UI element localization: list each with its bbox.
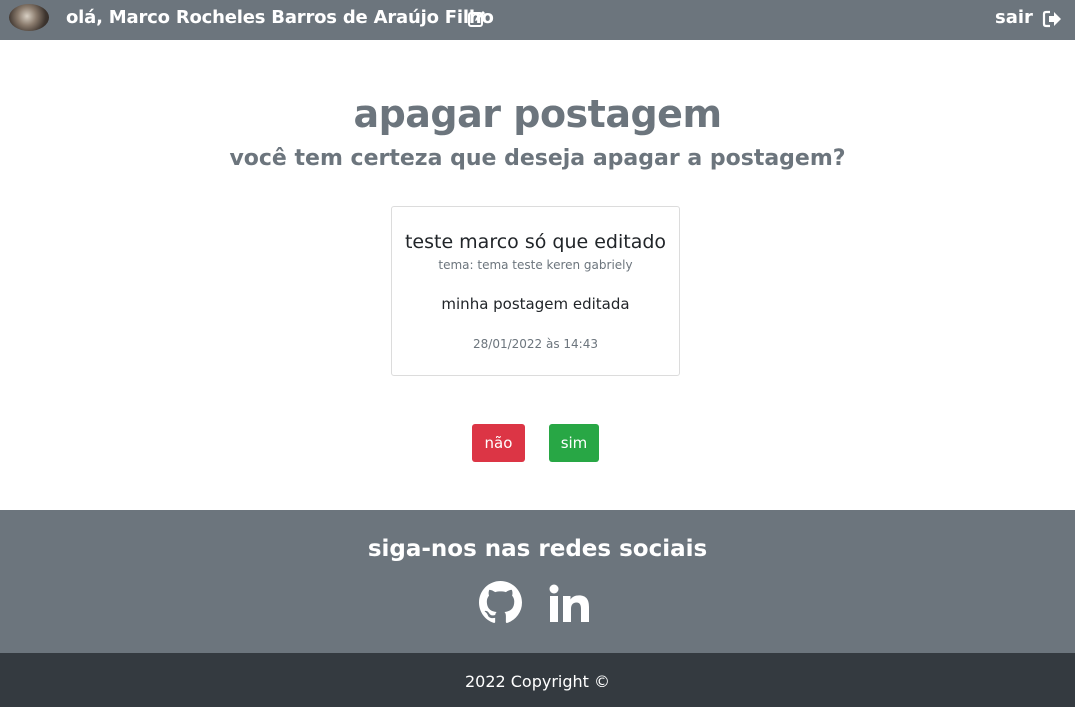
social-title: siga-nos nas redes sociais — [367, 536, 708, 562]
footer-social: siga-nos nas redes sociais — [0, 510, 1075, 653]
copyright-text: 2022 Copyright © — [464, 672, 611, 691]
edit-icon[interactable] — [467, 9, 487, 29]
post-title: teste marco só que editado — [404, 231, 667, 253]
page-subtitle: você tem certeza que deseja apagar a pos… — [229, 146, 846, 171]
avatar — [9, 4, 49, 31]
confirm-delete-button[interactable]: sim — [549, 424, 599, 462]
github-icon[interactable] — [479, 581, 522, 624]
footer-copyright: 2022 Copyright © — [0, 653, 1075, 707]
post-card: teste marco só que editado tema: tema te… — [391, 206, 680, 376]
page-title: apagar postagem — [353, 92, 722, 136]
linkedin-icon[interactable] — [549, 584, 593, 622]
post-theme: tema: tema teste keren gabriely — [438, 258, 633, 272]
logout-link[interactable]: sair — [995, 7, 1033, 28]
post-date: 28/01/2022 às 14:43 — [473, 337, 598, 351]
cancel-button[interactable]: não — [472, 424, 525, 462]
post-text: minha postagem editada — [441, 295, 630, 313]
top-navbar: olá, Marco Rocheles Barros de Araújo Fil… — [0, 0, 1075, 40]
logout-icon[interactable] — [1042, 10, 1062, 28]
greeting-text: olá, Marco Rocheles Barros de Araújo Fil… — [66, 7, 494, 28]
